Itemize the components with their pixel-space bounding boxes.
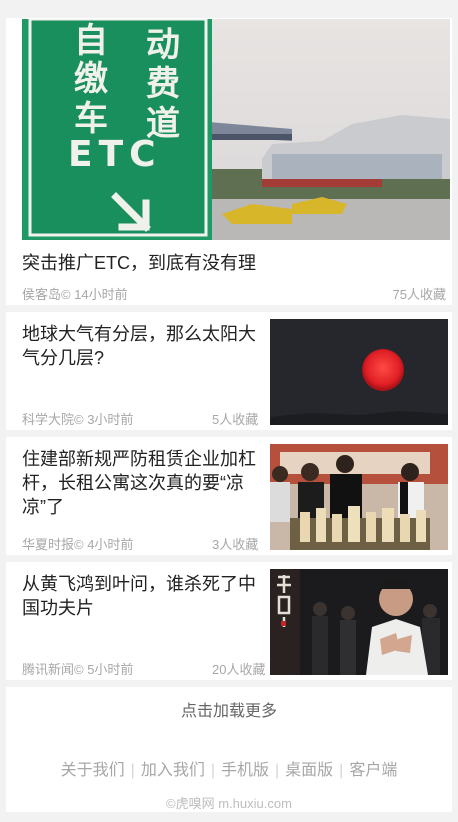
separator (6, 555, 452, 562)
article-source-time: 腾讯新闻© 5小时前 (22, 662, 134, 677)
footer-link-about[interactable]: 关于我们 (55, 762, 131, 779)
feature-image[interactable]: 自 缴 车 ETC 动 费 道 (22, 19, 450, 240)
footer-links: 关于我们 | 加入我们 | 手机版 | 桌面版 | 客户端 (6, 756, 452, 780)
article-title[interactable]: 地球大气有分层，那么太阳大气分几层? (22, 322, 270, 370)
footer-link-desktop[interactable]: 桌面版 (279, 762, 339, 779)
article-thumbnail[interactable] (270, 444, 448, 550)
article-favorites: 3人收藏 (212, 537, 259, 552)
list-item[interactable]: 从黄飞鸿到叶问，谁杀死了中国功夫片 腾讯新闻© 5小时前 20人收藏 (6, 562, 452, 680)
list-item[interactable]: 地球大气有分层，那么太阳大气分几层? 科学大院© 3小时前 5人收藏 (6, 312, 452, 430)
list-item[interactable]: 住建部新规严防租赁企业加杠杆，长租公寓这次真的要“凉凉”了 华夏时报© 4小时前… (6, 437, 452, 555)
separator (6, 430, 452, 437)
sign-char-6: 道 (146, 104, 180, 144)
footer-link-mobile[interactable]: 手机版 (215, 762, 275, 779)
article-thumbnail[interactable] (270, 569, 448, 675)
article-title[interactable]: 从黄飞鸿到叶问，谁杀死了中国功夫片 (22, 572, 270, 620)
feature-title[interactable]: 突击推广ETC，到底有没有理 (22, 249, 256, 275)
feature-source-time: 侯客岛© 14小时前 (22, 287, 128, 302)
footer-link-join[interactable]: 加入我们 (135, 762, 211, 779)
page-container: 自 缴 车 ETC 动 费 道 突击推广ETC，到底有没有理 侯客岛© 14小时… (6, 18, 452, 812)
feature-favorites: 75人收藏 (392, 287, 446, 302)
load-more-button[interactable]: 点击加载更多 (6, 687, 452, 757)
article-favorites: 20人收藏 (212, 662, 266, 677)
separator (6, 680, 452, 687)
footer-link-client[interactable]: 客户端 (343, 762, 403, 779)
arrow-down-right-icon (111, 192, 151, 232)
article-thumbnail[interactable] (270, 319, 448, 425)
feature-article[interactable]: 自 缴 车 ETC 动 费 道 突击推广ETC，到底有没有理 侯客岛© 14小时… (6, 18, 452, 305)
copyright: ©虎嗅网 m.huxiu.com (166, 796, 292, 811)
article-source-time: 华夏时报© 4小时前 (22, 537, 134, 552)
sign-char-3: 车 (74, 99, 108, 139)
separator (6, 305, 452, 312)
article-favorites: 5人收藏 (212, 412, 259, 427)
article-title[interactable]: 住建部新规严防租赁企业加杠杆，长租公寓这次真的要“凉凉”了 (22, 447, 270, 519)
article-source-time: 科学大院© 3小时前 (22, 412, 134, 427)
thumbnail-logo (274, 573, 294, 629)
